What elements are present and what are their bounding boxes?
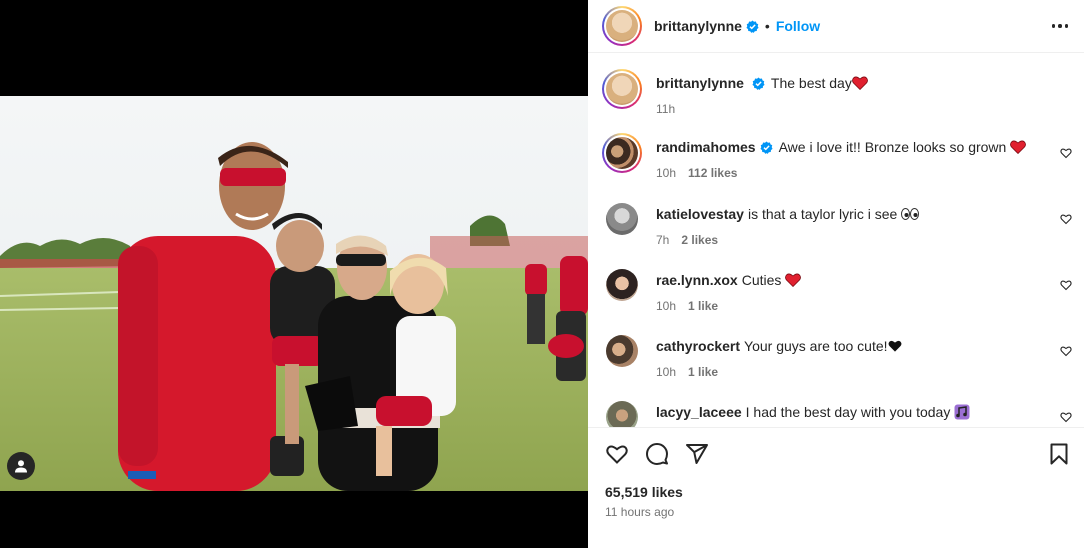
bookmark-icon[interactable]: [1047, 442, 1071, 466]
caption-row: brittanylynne The best day 11h: [602, 69, 1072, 116]
caption-username[interactable]: brittanylynne: [656, 75, 744, 91]
eyes-icon: [901, 208, 920, 220]
comment-username[interactable]: rae.lynn.xox: [656, 272, 738, 288]
comment-time: 10h: [656, 365, 677, 379]
user-tag-button[interactable]: [7, 452, 35, 480]
user-tag-icon: [15, 460, 27, 473]
heart-icon[interactable]: [605, 442, 629, 466]
post-actions: 65,519 likes 11 hours ago: [588, 427, 1084, 548]
more-options-icon[interactable]: [1050, 18, 1070, 34]
comment-like-icon[interactable]: [1060, 147, 1072, 159]
photo-image: [0, 96, 588, 491]
red-heart-icon: [785, 273, 802, 288]
comment-likes[interactable]: 112 likes: [688, 166, 737, 180]
comment-avatar[interactable]: [606, 401, 638, 427]
comment-like-icon[interactable]: [1060, 279, 1072, 291]
comment-like-icon[interactable]: [1060, 411, 1072, 423]
follow-button[interactable]: Follow: [776, 18, 820, 34]
comment-time: 10h: [656, 166, 677, 180]
author-username[interactable]: brittanylynne: [654, 18, 742, 34]
comment-avatar[interactable]: [606, 269, 638, 301]
comment-text: Cuties: [741, 272, 782, 288]
comment-time: 10h: [656, 299, 677, 313]
verified-icon: [760, 141, 773, 154]
author-avatar[interactable]: [602, 6, 642, 46]
verified-icon: [752, 77, 765, 90]
red-heart-icon: [851, 76, 868, 91]
comment-item: randimahomes Awe i love it!! Bronze looks…: [602, 133, 1072, 180]
red-heart-icon: [1010, 140, 1027, 155]
comment-username[interactable]: lacyy_laceee: [656, 404, 742, 420]
comment-item: lacyy_laceee I had the best day with you …: [602, 401, 1072, 427]
comment-username[interactable]: randimahomes: [656, 139, 756, 155]
comment-text: Your guys are too cute!: [744, 338, 888, 354]
comment-item: rae.lynn.xox Cuties 10h 1 like: [602, 269, 1072, 313]
likes-count[interactable]: 65,519 likes: [605, 484, 683, 500]
comment-likes[interactable]: 1 like: [688, 299, 718, 313]
comments-list[interactable]: brittanylynne The best day 11h randimahom…: [588, 53, 1084, 427]
caption-avatar[interactable]: [602, 69, 642, 109]
comment-item: katielovestay is that a taylor lyric i se…: [602, 203, 1072, 247]
comment-like-icon[interactable]: [1060, 345, 1072, 357]
comment-username[interactable]: katielovestay: [656, 206, 744, 222]
comment-item: cathyrockert Your guys are too cute! 10h 1…: [602, 335, 1072, 379]
comment-likes[interactable]: 2 likes: [681, 233, 718, 247]
post-timestamp[interactable]: 11 hours ago: [605, 505, 674, 519]
comment-username[interactable]: cathyrockert: [656, 338, 740, 354]
music-notes-icon: [954, 404, 970, 420]
verified-icon: [746, 19, 759, 33]
caption-time: 11h: [656, 102, 676, 116]
comment-time: 7h: [656, 233, 670, 247]
comment-avatar[interactable]: [606, 203, 638, 235]
comment-avatar[interactable]: [602, 133, 642, 173]
comment-avatar[interactable]: [606, 335, 638, 367]
share-icon[interactable]: [685, 442, 709, 466]
post-panel: brittanylynne • Follow brittanylynne The …: [588, 0, 1084, 548]
post-header: brittanylynne • Follow: [588, 0, 1084, 53]
comment-likes[interactable]: 1 like: [688, 365, 718, 379]
black-heart-icon: [888, 340, 901, 352]
caption-text: The best day: [770, 75, 852, 91]
post-photo[interactable]: [0, 96, 588, 491]
separator-dot: •: [764, 18, 770, 34]
comment-icon[interactable]: [645, 442, 669, 466]
comment-text: Awe i love it!! Bronze looks so grown: [778, 139, 1007, 155]
comment-text: is that a taylor lyric i see: [747, 206, 898, 222]
comment-like-icon[interactable]: [1060, 213, 1072, 225]
comment-text: I had the best day with you today: [745, 404, 951, 420]
post-media: [0, 0, 588, 548]
